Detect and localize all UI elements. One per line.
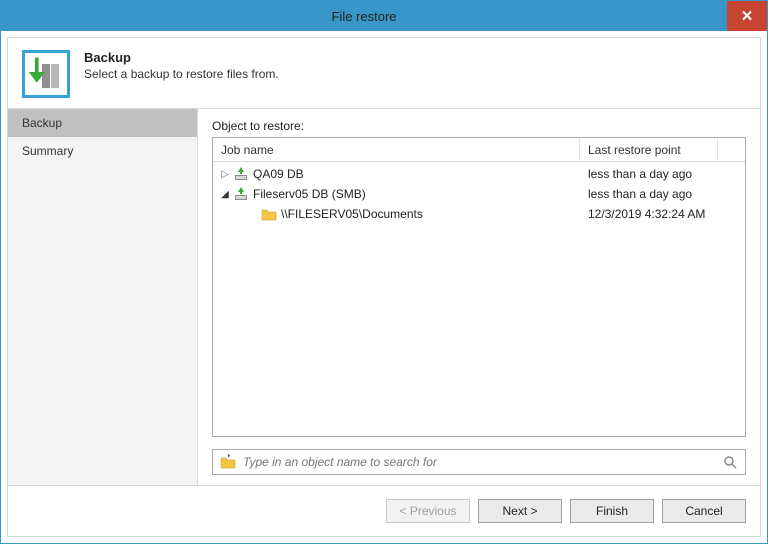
object-to-restore-label: Object to restore:: [212, 119, 746, 133]
nav-item-label: Backup: [22, 116, 62, 130]
column-last-restore-point[interactable]: Last restore point: [580, 138, 718, 161]
tree-row-restore: less than a day ago: [580, 187, 745, 201]
tree-row[interactable]: ▷ QA09 DB less than: [213, 164, 745, 184]
folder-search-icon: [219, 453, 237, 471]
tree-row-label: QA09 DB: [253, 167, 304, 181]
job-icon: [233, 166, 249, 182]
next-button[interactable]: Next >: [478, 499, 562, 523]
close-icon: ✕: [741, 7, 754, 25]
tree-row-label: \\FILESERV05\Documents: [281, 207, 423, 221]
backup-icon: [22, 50, 70, 98]
page-subheading: Select a backup to restore files from.: [84, 67, 279, 81]
nav-item-label: Summary: [22, 144, 73, 158]
nav-item-summary[interactable]: Summary: [8, 137, 197, 165]
search-icon[interactable]: [721, 453, 739, 471]
column-spacer: [718, 138, 745, 161]
window-title: File restore: [1, 1, 727, 31]
button-label: Cancel: [685, 504, 722, 518]
inner-panel: Backup Select a backup to restore files …: [7, 37, 761, 537]
main-panel: Object to restore: Job name Last restore…: [198, 109, 760, 485]
tree-row[interactable]: \\FILESERV05\Documents 12/3/2019 4:32:24…: [213, 204, 745, 224]
titlebar: File restore ✕: [1, 1, 767, 31]
button-label: < Previous: [399, 504, 456, 518]
tree-header: Job name Last restore point: [213, 138, 745, 162]
header-text: Backup Select a backup to restore files …: [84, 50, 279, 81]
page-heading: Backup: [84, 50, 279, 65]
button-label: Finish: [596, 504, 628, 518]
button-label: Next >: [502, 504, 537, 518]
tree-row-label: Fileserv05 DB (SMB): [253, 187, 366, 201]
expander-icon[interactable]: ◢: [219, 189, 231, 200]
tree-row-restore: less than a day ago: [580, 167, 745, 181]
file-restore-window: File restore ✕ Backup Select a backup to…: [0, 0, 768, 544]
header-region: Backup Select a backup to restore files …: [8, 38, 760, 108]
previous-button: < Previous: [386, 499, 470, 523]
nav-item-backup[interactable]: Backup: [8, 109, 197, 137]
finish-button[interactable]: Finish: [570, 499, 654, 523]
folder-icon: [261, 206, 277, 222]
expander-icon[interactable]: ▷: [219, 169, 231, 180]
close-button[interactable]: ✕: [727, 1, 767, 31]
footer-buttons: < Previous Next > Finish Cancel: [8, 486, 760, 536]
nav-sidebar: Backup Summary: [8, 109, 198, 485]
search-box[interactable]: [212, 449, 746, 475]
column-job-name[interactable]: Job name: [213, 138, 580, 161]
cancel-button[interactable]: Cancel: [662, 499, 746, 523]
job-icon: [233, 186, 249, 202]
search-input[interactable]: [241, 454, 721, 470]
body-split: Backup Summary Object to restore: Job na…: [8, 108, 760, 486]
restore-tree: Job name Last restore point ▷: [212, 137, 746, 437]
tree-row[interactable]: ◢ Fileserv05 DB (SMB): [213, 184, 745, 204]
tree-body[interactable]: ▷ QA09 DB less than: [213, 162, 745, 436]
tree-row-restore: 12/3/2019 4:32:24 AM: [580, 207, 745, 221]
